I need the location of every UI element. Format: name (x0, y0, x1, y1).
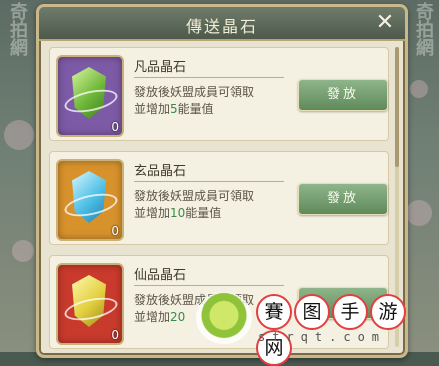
dialog-title: 傳送晶石 (185, 17, 258, 36)
close-button[interactable]: ✕ (371, 9, 399, 37)
butterfly-logo-icon (196, 292, 252, 344)
watermark-char: 賽 (256, 294, 292, 330)
divider (134, 285, 284, 286)
divider (134, 77, 284, 78)
crystal-name: 玄品晶石 (134, 164, 187, 179)
dialog-title-bar: 傳送晶石 ✕ (39, 7, 405, 41)
watermark-char: 图 (294, 294, 330, 330)
energy-amount: 20 (170, 310, 186, 324)
crystal-count: 0 (111, 120, 119, 134)
crystal-description: 發放後妖盟成員可領取 並增加10能量值 (134, 188, 284, 222)
crystal-icon-frame: 0 (56, 55, 124, 137)
side-watermark-left: 奇拍網 (7, 2, 28, 56)
desc-line-1: 發放後妖盟成員可領取 (134, 189, 255, 203)
crystal-count: 0 (111, 328, 119, 342)
crystal-name: 凡品晶石 (134, 60, 187, 75)
distribute-button[interactable]: 發放 (298, 79, 388, 111)
crystal-card-mystic: 0 玄品晶石 發放後妖盟成員可領取 並增加10能量值 發放 (49, 151, 389, 245)
crystal-description: 發放後妖盟成員可領取 並增加5能量值 (134, 84, 284, 118)
desc-prefix: 並增加 (134, 102, 171, 116)
side-watermark-right: 奇拍網 (413, 2, 434, 56)
close-icon: ✕ (375, 10, 395, 35)
watermark-char: 游 (370, 294, 406, 330)
scrollbar-thumb[interactable] (395, 47, 399, 167)
crystal-icon-frame: 0 (56, 263, 124, 345)
distribute-button[interactable]: 發放 (298, 183, 388, 215)
crystal-count: 0 (111, 224, 119, 238)
energy-amount: 10 (170, 206, 186, 220)
desc-prefix: 並增加 (134, 310, 171, 324)
divider (134, 181, 284, 182)
crystal-icon-frame: 0 (56, 159, 124, 241)
site-watermark: 賽图手游网 strqt.com (196, 288, 436, 366)
crystal-name: 仙品晶石 (134, 268, 187, 283)
energy-amount: 5 (170, 102, 178, 116)
desc-suffix: 能量值 (185, 206, 222, 220)
watermark-char: 手 (332, 294, 368, 330)
desc-suffix: 能量值 (177, 102, 214, 116)
desc-line-1: 發放後妖盟成員可領取 (134, 85, 255, 99)
desc-prefix: 並增加 (134, 206, 171, 220)
crystal-card-common: 0 凡品晶石 發放後妖盟成員可領取 並增加5能量值 發放 (49, 47, 389, 141)
watermark-url: strqt.com (258, 330, 387, 344)
